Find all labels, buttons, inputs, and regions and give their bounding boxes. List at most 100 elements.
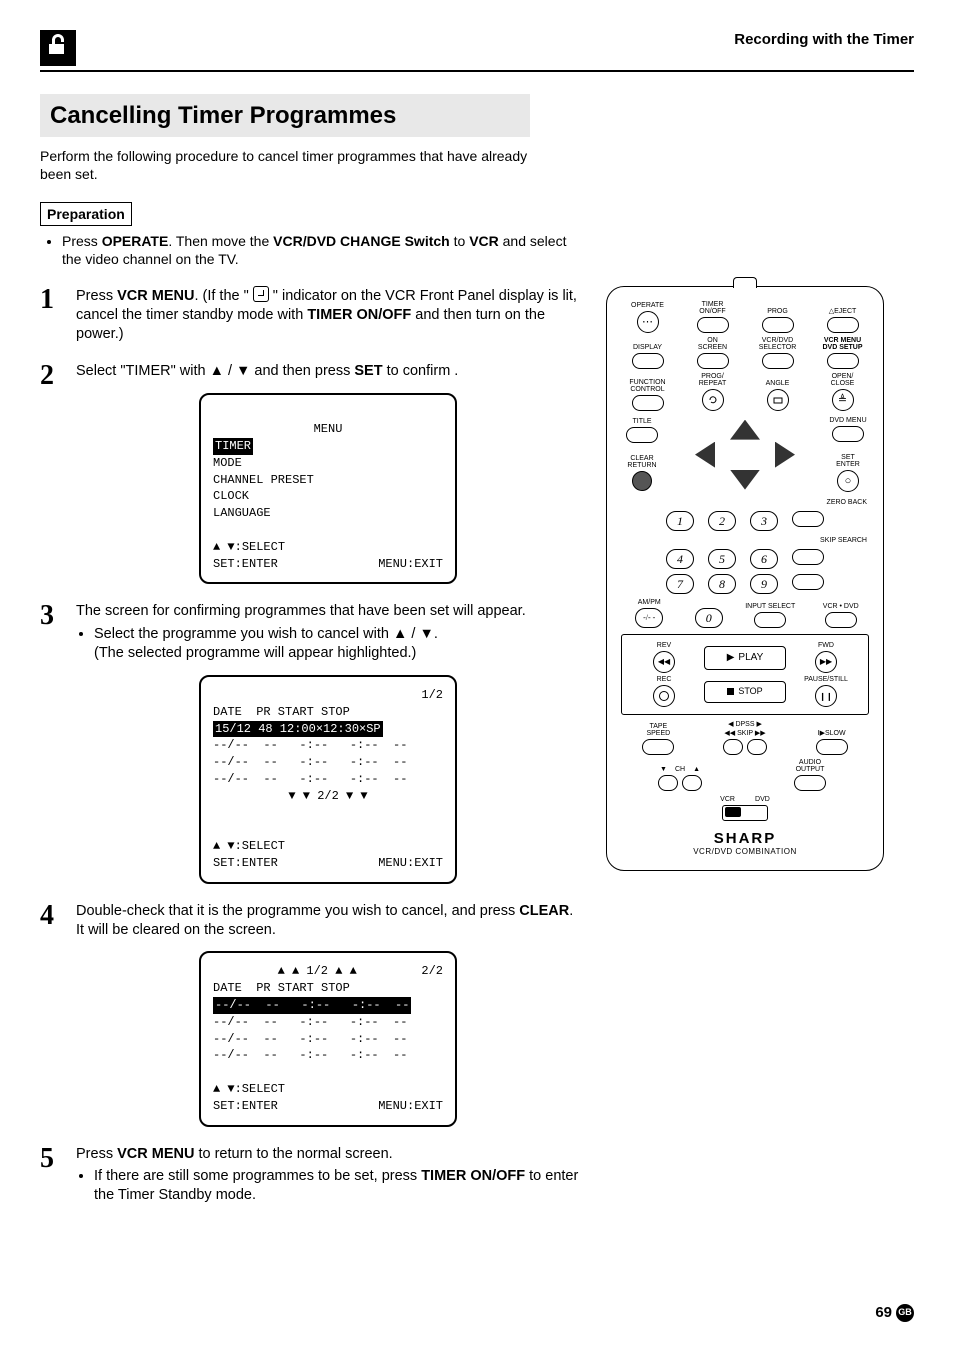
brand-logo	[40, 30, 76, 66]
page-footer: 69GB	[40, 1303, 914, 1323]
extra-button[interactable]	[792, 574, 824, 590]
operate-label: OPERATE	[631, 302, 664, 309]
ch-down-button[interactable]	[658, 775, 678, 791]
openclose-button[interactable]: ≜	[832, 389, 854, 411]
osd-header: DATE PR START STOP	[213, 705, 350, 719]
prog-button[interactable]	[762, 317, 794, 333]
display-button[interactable]	[632, 353, 664, 369]
page-number: 69	[875, 1303, 892, 1323]
dpad-left-button[interactable]	[695, 442, 715, 468]
num-3-button[interactable]: 3	[750, 511, 778, 531]
num-0-button[interactable]: 0	[695, 608, 723, 628]
vcrmenu-button[interactable]	[827, 353, 859, 369]
vcr-dvd-switch[interactable]	[722, 805, 768, 821]
brand-name: SHARP	[615, 831, 875, 846]
num-4-button[interactable]: 4	[666, 549, 694, 569]
osd-timer-list-2: ▲ ▲ 1/2 ▲ ▲2/2DATE PR START STOP --/-- -…	[199, 951, 457, 1126]
text: MENU:EXIT	[378, 855, 443, 872]
osd-hint: ▲ ▼:SELECT	[213, 839, 285, 853]
osd-item: CHANNEL PRESET	[213, 473, 314, 487]
selector-label: VCR/DVD SELECTOR	[759, 337, 797, 351]
step-5: 5 Press VCR MENU to return to the normal…	[40, 1145, 580, 1206]
dvdmenu-button[interactable]	[832, 426, 864, 442]
vcrdvd-button[interactable]	[825, 612, 857, 628]
num-2-button[interactable]: 2	[708, 511, 736, 531]
progrepeat-button[interactable]	[702, 389, 724, 411]
set-enter-button[interactable]: ○	[837, 470, 859, 492]
step-bullet: Select the programme you wish to cancel …	[94, 625, 580, 663]
prog-label: PROG	[767, 308, 788, 315]
text: and then press	[250, 363, 354, 379]
vcrmenu-label: VCR MENU DVD SETUP	[822, 337, 862, 351]
switch-vcr-label: VCR	[720, 796, 735, 803]
ampm-button[interactable]: -/- -	[635, 608, 663, 628]
dpss-fwd-button[interactable]	[747, 739, 767, 755]
num-8-button[interactable]: 8	[708, 574, 736, 594]
dpss-rev-button[interactable]	[723, 739, 743, 755]
audio-label: AUDIO OUTPUT	[796, 759, 825, 773]
num-5-button[interactable]: 5	[708, 549, 736, 569]
num-1-button[interactable]: 1	[666, 511, 694, 531]
text: SET:ENTER	[213, 855, 278, 872]
step-number: 4	[40, 902, 76, 930]
eject-label: △EJECT	[829, 308, 857, 315]
region-badge: GB	[896, 1304, 914, 1322]
angle-label: ANGLE	[766, 380, 790, 387]
rec-button[interactable]	[653, 685, 675, 707]
step-number: 2	[40, 362, 76, 390]
play-button[interactable]: ▶PLAY	[704, 646, 786, 670]
text: Press	[76, 288, 117, 304]
num-7-button[interactable]: 7	[666, 574, 694, 594]
dpad-down-button[interactable]	[730, 470, 760, 490]
num-9-button[interactable]: 9	[750, 574, 778, 594]
dpad-right-button[interactable]	[775, 442, 795, 468]
step-body: Press VCR MENU. (If the " " indicator on…	[76, 286, 580, 344]
page-title: Cancelling Timer Programmes	[40, 94, 530, 137]
osd-item: LANGUAGE	[213, 506, 271, 520]
text: Press	[76, 1146, 117, 1162]
down-arrow-icon	[419, 626, 433, 642]
step-body: The screen for confirming programmes tha…	[76, 602, 580, 883]
page-header: Recording with the Timer	[40, 30, 914, 72]
audio-output-button[interactable]	[794, 775, 826, 791]
text: SELECT	[242, 540, 285, 554]
osd-row: --/-- -- -:-- -:-- --	[213, 1032, 407, 1046]
text: (The selected programme will appear high…	[94, 645, 416, 661]
fwd-button[interactable]: ▶▶	[815, 651, 837, 673]
text: SET:ENTER	[213, 556, 278, 573]
tapespeed-button[interactable]	[642, 739, 674, 755]
slow-label: I▶SLOW	[818, 730, 846, 737]
clear-return-button[interactable]	[632, 471, 652, 491]
eject-button[interactable]	[827, 317, 859, 333]
pause-button[interactable]	[815, 685, 837, 707]
slow-button[interactable]	[816, 739, 848, 755]
osd-row: --/-- -- -:-- -:-- --	[213, 772, 407, 786]
rev-button[interactable]: ◀◀	[653, 651, 675, 673]
skipsearch-button[interactable]	[792, 549, 824, 565]
text: to return to the normal screen.	[194, 1146, 392, 1162]
inputselect-button[interactable]	[754, 612, 786, 628]
switch-dvd-label: DVD	[755, 796, 770, 803]
ch-up-button[interactable]	[682, 775, 702, 791]
title-button[interactable]	[626, 427, 658, 443]
step-bullet: If there are still some programmes to be…	[94, 1167, 580, 1205]
zeroback-label: ZERO BACK	[827, 499, 867, 506]
text: to confirm .	[383, 363, 459, 379]
intro-text: Perform the following procedure to cance…	[40, 147, 560, 183]
step-body: Press VCR MENU to return to the normal s…	[76, 1145, 580, 1206]
text: Select "TIMER" with	[76, 363, 210, 379]
operate-button[interactable]: ⋯	[637, 311, 659, 333]
dpad-up-button[interactable]	[730, 420, 760, 440]
stop-button[interactable]: STOP	[704, 681, 786, 703]
fcontrol-button[interactable]	[632, 395, 664, 411]
onscreen-button[interactable]	[697, 353, 729, 369]
osd-page: 2/2	[421, 963, 443, 980]
onscreen-label: ON SCREEN	[698, 337, 727, 351]
zeroback-button[interactable]	[792, 511, 824, 527]
timer-onoff-button[interactable]	[697, 317, 729, 333]
selector-button[interactable]	[762, 353, 794, 369]
angle-button[interactable]	[767, 389, 789, 411]
osd-item: MODE	[213, 456, 242, 470]
osd-menu-screen: MENUTIMER MODE CHANNEL PRESET CLOCK LANG…	[199, 393, 457, 585]
num-6-button[interactable]: 6	[750, 549, 778, 569]
